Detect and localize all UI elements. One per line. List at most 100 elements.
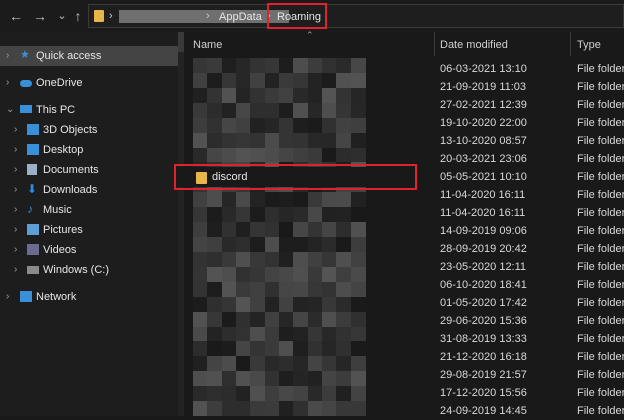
back-button[interactable]: ← [8,7,24,25]
redaction-pixel [336,266,352,282]
redaction-pixel [193,58,208,73]
redaction-pixel [322,401,337,417]
date-modified-cell: 29-06-2020 15:36 [440,315,527,327]
redaction-pixel [221,222,237,238]
chevron-right-icon[interactable]: › [14,163,17,177]
forward-button[interactable]: → [32,7,48,25]
redaction-pixel [350,58,366,73]
type-cell: File folder [577,225,624,237]
redaction-pixel [207,281,223,297]
redaction-pixel [264,356,280,372]
redaction-pixel [264,132,280,148]
sidebar-item-windows-c[interactable]: › Windows (C:) [0,260,178,280]
sidebar-item-this-pc[interactable]: ⌄ This PC [0,100,178,120]
sort-ascending-icon: ⌃ [306,30,314,40]
redaction-pixel [236,72,251,88]
chevron-down-icon[interactable]: ⌄ [6,103,14,117]
redaction-pixel [250,326,266,342]
sidebar-item-3d-objects[interactable]: › 3D Objects [0,120,178,140]
date-modified-cell: 01-05-2020 17:42 [440,297,527,309]
sidebar-item-network[interactable]: › Network [0,287,178,307]
chevron-right-icon[interactable]: › [14,123,17,137]
column-date-modified[interactable]: Date modified [440,38,508,52]
redaction-pixel [336,132,352,148]
redaction-pixel [250,192,266,208]
redaction-pixel [250,87,266,103]
redaction-pixel [221,147,237,163]
date-modified-cell: 21-09-2019 11:03 [440,81,527,93]
chevron-right-icon[interactable]: › [6,49,9,63]
sidebar-item-label: Videos [43,244,77,256]
redaction-pixel [350,87,366,103]
date-modified-cell: 28-09-2019 20:42 [440,243,527,255]
type-cell: File folder [577,369,624,381]
sidebar-item-videos[interactable]: › Videos [0,240,178,260]
redaction-pixel [250,266,266,282]
redaction-pixel [279,326,294,342]
redaction-pixel [264,341,280,357]
redaction-pixel [336,371,352,387]
chevron-right-icon[interactable]: › [14,183,17,197]
date-modified-cell: 06-03-2021 13:10 [440,63,527,75]
column-name[interactable]: Name [193,38,222,52]
redaction-pixel [264,58,280,73]
redaction-pixel [250,237,266,252]
type-cell: File folder [577,279,624,291]
column-divider[interactable] [434,32,435,56]
sidebar-item-desktop[interactable]: › Desktop [0,140,178,160]
redaction-pixel [350,401,366,417]
column-divider[interactable] [570,32,571,56]
redaction-pixel [293,371,309,387]
redaction-pixel [207,117,223,133]
redaction-pixel [322,326,337,342]
sidebar-item-music[interactable]: › ♪ Music [0,200,178,220]
sidebar-item-onedrive[interactable]: › OneDrive [0,73,178,93]
breadcrumb-appdata[interactable]: AppData [219,9,262,25]
redaction-pixel [236,192,251,208]
redaction-pixel [307,401,323,417]
redaction-pixel [279,207,294,223]
redaction-pixel [207,401,223,417]
redaction-pixel [322,192,337,208]
address-bar[interactable]: › › AppData › Roaming [88,4,624,28]
redaction-pixel [207,222,223,238]
chevron-right-icon[interactable]: › [14,203,17,217]
type-cell: File folder [577,297,624,309]
sidebar-item-documents[interactable]: › Documents [0,160,178,180]
date-modified-cell: 29-08-2019 21:57 [440,369,527,381]
redaction-pixel [350,326,366,342]
redaction-pixel [264,281,280,297]
chevron-right-icon[interactable]: › [6,290,9,304]
sidebar-item-downloads[interactable]: › ⬇ Downloads [0,180,178,200]
redaction-pixel [293,356,309,372]
redaction-pixel [293,102,309,118]
cube-icon [27,124,39,135]
date-modified-cell: 21-12-2020 16:18 [440,351,527,363]
sidebar-item-label: Quick access [36,50,102,62]
chevron-right-icon[interactable]: › [14,143,17,157]
up-button[interactable]: ↑ [70,7,86,25]
chevron-right-icon[interactable]: › [14,243,17,257]
column-type[interactable]: Type [577,38,601,52]
chevron-right-icon[interactable]: › [14,223,17,237]
chevron-right-icon[interactable]: › [14,263,17,277]
redaction-pixel [322,311,337,327]
redaction-pixel [293,192,309,208]
recent-locations-button[interactable]: ⌄ [54,7,70,25]
redaction-pixel [250,341,266,357]
sidebar-item-label: Downloads [43,184,98,196]
redaction-pixel [250,311,266,327]
redaction-pixel [193,117,208,133]
redaction-pixel [279,386,294,402]
redaction-pixel [293,58,309,73]
redaction-pixel [350,147,366,163]
type-cell: File folder [577,81,624,93]
redaction-pixel [307,266,323,282]
sidebar-item-quick-access[interactable]: › ★ Quick access [0,46,178,66]
redaction-pixel [336,207,352,223]
chevron-right-icon[interactable]: › [6,76,9,90]
redaction-pixel [264,266,280,282]
sidebar-item-pictures[interactable]: › Pictures [0,220,178,240]
redaction-pixel [250,281,266,297]
type-cell: File folder [577,153,624,165]
